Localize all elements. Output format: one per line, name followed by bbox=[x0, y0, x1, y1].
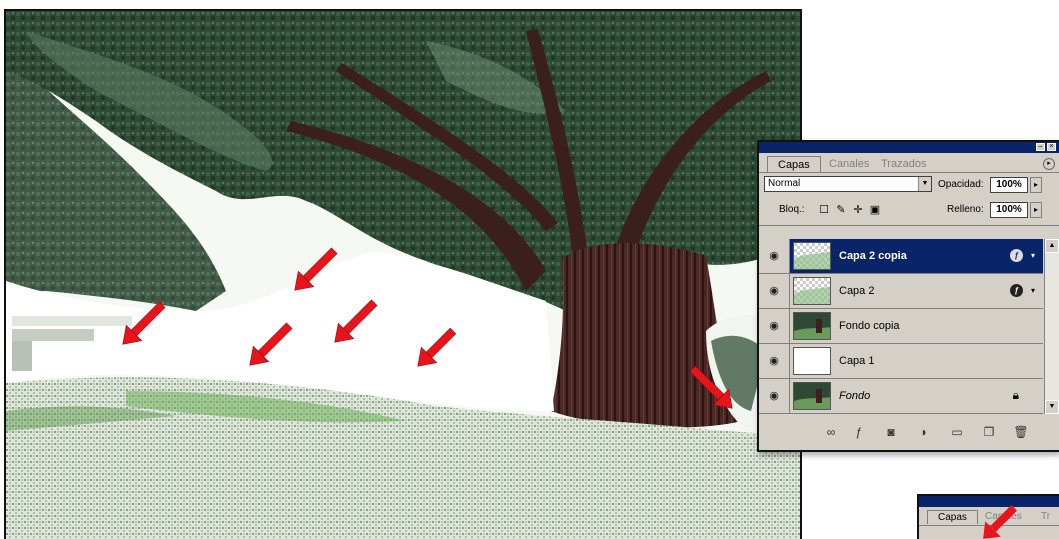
expand-effects-icon[interactable]: ▾ bbox=[1031, 284, 1035, 297]
new-layer-icon[interactable]: ❐ bbox=[981, 425, 997, 439]
lock-row: Bloq.: ☐ ✎ ✛ ▣ Relleno: 100% ▸ bbox=[759, 197, 1059, 226]
layer-name[interactable]: Capa 2 bbox=[839, 284, 874, 298]
layer-effects-icon[interactable]: ƒ bbox=[1010, 249, 1023, 262]
fill-label: Relleno: bbox=[947, 204, 984, 215]
layer-thumbnail bbox=[793, 277, 831, 305]
trash-icon[interactable]: 🗑︎ bbox=[1013, 425, 1029, 439]
layer-name[interactable]: Fondo copia bbox=[839, 319, 900, 333]
layer-name[interactable]: Capa 1 bbox=[839, 354, 874, 368]
layer-row[interactable]: ◉ Capa 2 copia ƒ ▾ bbox=[759, 239, 1043, 274]
lock-paint-icon[interactable]: ✎ bbox=[835, 204, 847, 216]
fill-slider-icon[interactable]: ▸ bbox=[1030, 202, 1042, 218]
fill-input[interactable]: 100% bbox=[990, 202, 1028, 218]
link-layers-icon[interactable]: ∞ bbox=[823, 425, 839, 439]
visibility-cell[interactable]: ◉ bbox=[759, 274, 790, 308]
lock-transparency-icon[interactable]: ☐ bbox=[818, 204, 830, 216]
expand-effects-icon[interactable]: ▾ bbox=[1031, 249, 1035, 262]
layer-style-icon[interactable]: ƒ bbox=[851, 425, 867, 439]
layer-name[interactable]: Capa 2 copia bbox=[839, 249, 907, 263]
eye-icon[interactable]: ◉ bbox=[765, 319, 783, 333]
minimize-icon[interactable]: – bbox=[1036, 143, 1045, 151]
lock-all-icon[interactable]: ▣ bbox=[869, 204, 881, 216]
lock-icon: 🔒︎ bbox=[1012, 388, 1019, 402]
eye-icon[interactable]: ◉ bbox=[765, 249, 783, 263]
panel-tabs: Capas Canales Trazados ▸ bbox=[759, 153, 1059, 173]
layers-panel-secondary: Capas Canales Tr bbox=[917, 494, 1059, 539]
opacity-label: Opacidad: bbox=[938, 179, 984, 190]
lock-move-icon[interactable]: ✛ bbox=[852, 204, 864, 216]
tab-capas[interactable]: Capas bbox=[927, 510, 978, 524]
blend-row: Normal ▼ Opacidad: 100% ▸ bbox=[759, 173, 1059, 197]
visibility-cell[interactable]: ◉ bbox=[759, 309, 790, 343]
opacity-input[interactable]: 100% bbox=[990, 177, 1028, 193]
layer-row[interactable]: ◉ Fondo copia bbox=[759, 309, 1043, 344]
visibility-cell[interactable]: ◉ bbox=[759, 379, 790, 413]
layers-panel: – × Capas Canales Trazados ▸ Normal ▼ Op… bbox=[757, 140, 1059, 452]
layer-row[interactable]: ◉ Capa 2 ƒ ▾ bbox=[759, 274, 1043, 309]
layer-mask-icon[interactable]: ◙ bbox=[883, 425, 899, 439]
chevron-down-icon: ▼ bbox=[918, 177, 931, 191]
layer-thumbnail bbox=[793, 382, 831, 410]
layer-thumbnail bbox=[793, 312, 831, 340]
layer-row[interactable]: ◉ Fondo 🔒︎ bbox=[759, 379, 1043, 414]
panel-titlebar[interactable]: – × bbox=[759, 142, 1059, 153]
eye-icon[interactable]: ◉ bbox=[765, 354, 783, 368]
layer-row[interactable]: ◉ Capa 1 bbox=[759, 344, 1043, 379]
photo-canvas bbox=[4, 9, 802, 539]
layer-name[interactable]: Fondo bbox=[839, 389, 870, 403]
panel-menu-icon[interactable]: ▸ bbox=[1043, 158, 1055, 170]
lock-label: Bloq.: bbox=[779, 204, 805, 215]
visibility-cell[interactable]: ◉ bbox=[759, 344, 790, 378]
blend-mode-value: Normal bbox=[768, 178, 801, 189]
blend-mode-select[interactable]: Normal ▼ bbox=[764, 176, 932, 192]
tree-photo bbox=[6, 11, 800, 539]
close-icon[interactable]: × bbox=[1047, 143, 1056, 151]
opacity-slider-icon[interactable]: ▸ bbox=[1030, 177, 1042, 193]
layer-thumbnail bbox=[793, 242, 831, 270]
new-group-icon[interactable]: ▭ bbox=[949, 425, 965, 439]
eye-icon[interactable]: ◉ bbox=[765, 284, 783, 298]
layer-thumbnail bbox=[793, 347, 831, 375]
panel-footer: ∞ ƒ ◙ ◑ ▭ ❐ 🗑︎ bbox=[759, 414, 1059, 450]
eye-icon[interactable]: ◉ bbox=[765, 389, 783, 403]
adjustment-layer-icon[interactable]: ◑ bbox=[915, 425, 931, 439]
layers-list: ◉ Capa 2 copia ƒ ▾ ◉ Capa 2 ƒ ▾ ◉ Fondo … bbox=[759, 239, 1043, 414]
scroll-up-icon[interactable]: ▲ bbox=[1045, 239, 1059, 253]
tab-capas[interactable]: Capas bbox=[767, 156, 821, 172]
tab-trazados[interactable]: Trazados bbox=[871, 156, 936, 172]
visibility-cell[interactable]: ◉ bbox=[759, 239, 790, 273]
scroll-down-icon[interactable]: ▼ bbox=[1045, 400, 1059, 414]
layer-effects-icon[interactable]: ƒ bbox=[1010, 284, 1023, 297]
layers-scrollbar[interactable]: ▲ ▼ bbox=[1044, 239, 1059, 414]
red-arrow-icon bbox=[983, 504, 1018, 539]
